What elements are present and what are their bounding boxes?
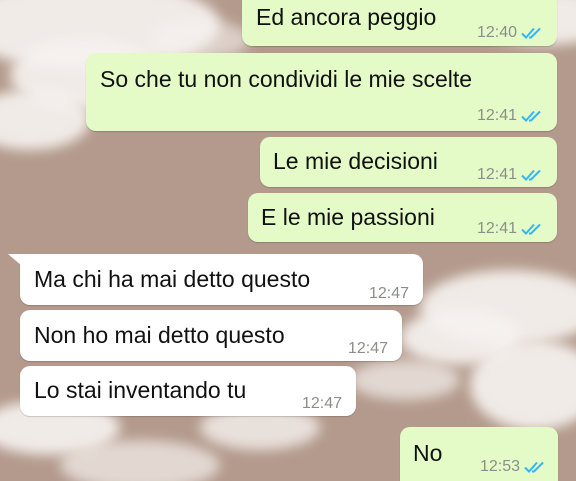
message-bubble-incoming[interactable]: Non ho mai detto questo 12:47 (20, 310, 402, 361)
message-text: Non ho mai detto questo (34, 322, 285, 348)
message-meta: 12:41 (477, 161, 543, 189)
double-check-icon (521, 222, 543, 236)
message-bubble-outgoing[interactable]: E le mie passioni 12:41 (248, 193, 557, 242)
message-time: 12:41 (476, 107, 517, 124)
message-meta: 12:40 (477, 19, 543, 47)
message-text: Ma chi ha mai detto questo (34, 266, 311, 292)
message-time: 12:47 (301, 395, 342, 412)
cloud-decoration (350, 360, 460, 400)
message-meta: 12:41 (477, 102, 543, 130)
message-bubble-incoming[interactable]: Lo stai inventando tu 12:47 (20, 366, 356, 416)
double-check-icon (524, 460, 546, 474)
message-time: 12:47 (368, 285, 409, 302)
message-text: E le mie passioni (261, 204, 435, 230)
message-text: No (413, 440, 443, 466)
message-text: Le mie decisioni (273, 148, 438, 174)
message-text: Lo stai inventando tu (34, 377, 247, 403)
message-time: 12:47 (347, 340, 388, 357)
message-meta: 12:47 (369, 280, 409, 308)
message-meta: 12:47 (302, 390, 342, 418)
message-time: 12:41 (476, 220, 517, 237)
message-meta: 12:41 (477, 215, 543, 243)
cloud-decoration (60, 440, 220, 481)
message-time: 12:41 (476, 166, 517, 183)
message-text: Ed ancora peggio (256, 4, 437, 30)
message-meta: 12:47 (348, 335, 388, 363)
message-bubble-outgoing[interactable]: Ed ancora peggio 12:40 (242, 0, 557, 46)
message-text: So che tu non condividi le mie scelte (100, 66, 473, 92)
message-bubble-outgoing[interactable]: So che tu non condividi le mie scelte 12… (86, 53, 557, 131)
message-time: 12:53 (479, 458, 520, 475)
double-check-icon (521, 109, 543, 123)
double-check-icon (521, 168, 543, 182)
message-meta: 12:53 (480, 453, 546, 481)
message-bubble-outgoing[interactable]: No 12:53 (400, 427, 558, 481)
message-time: 12:40 (476, 24, 517, 41)
message-bubble-incoming[interactable]: Ma chi ha mai detto questo 12:47 (20, 254, 423, 305)
double-check-icon (521, 26, 543, 40)
message-bubble-outgoing[interactable]: Le mie decisioni 12:41 (260, 137, 557, 187)
